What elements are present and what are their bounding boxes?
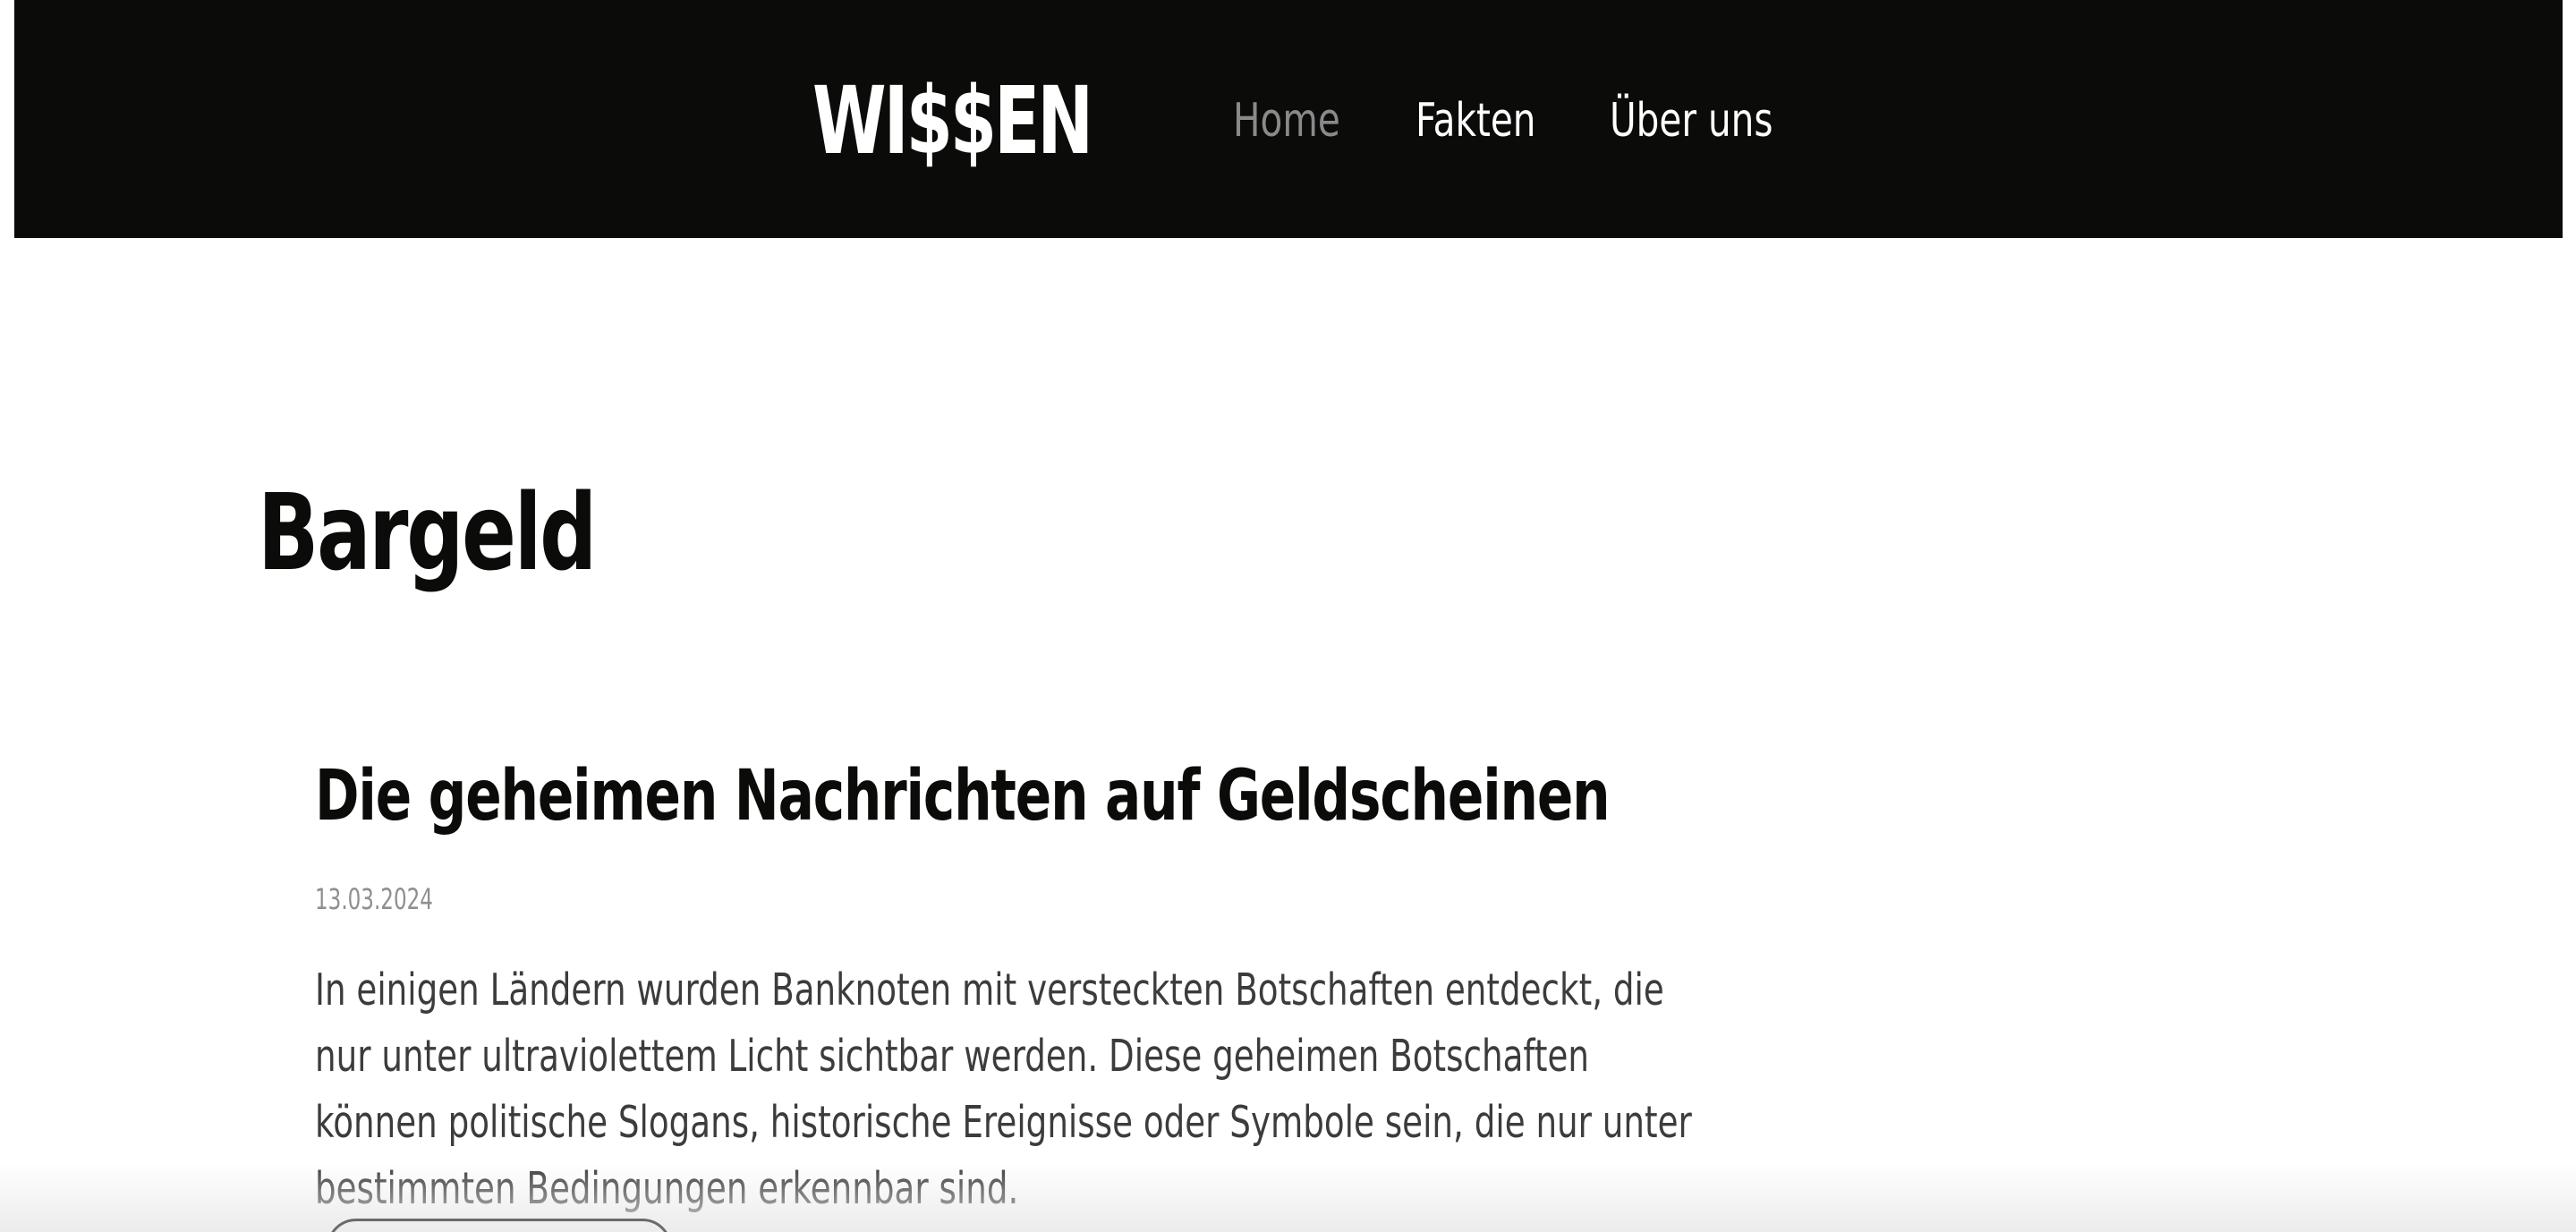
article-title[interactable]: Die geheimen Nachrichten auf Geldscheine… (315, 756, 1611, 837)
site-logo[interactable]: WI$$EN (812, 63, 1093, 179)
page-title: Bargeld (258, 471, 597, 594)
article-text: In einigen Ländern wurden Banknoten mit … (315, 964, 1692, 1214)
nav-link-fakten[interactable]: Fakten (1416, 89, 1536, 152)
read-more-button[interactable] (327, 1219, 672, 1232)
site-header: WI$$EN Home Fakten Über uns (14, 0, 2563, 238)
article-date: 13.03.2024 (315, 882, 433, 916)
page: WI$$EN Home Fakten Über uns Bargeld Die … (0, 0, 2576, 1232)
nav-link-ueber-uns[interactable]: Über uns (1610, 89, 1773, 152)
nav-link-home[interactable]: Home (1233, 89, 1340, 152)
